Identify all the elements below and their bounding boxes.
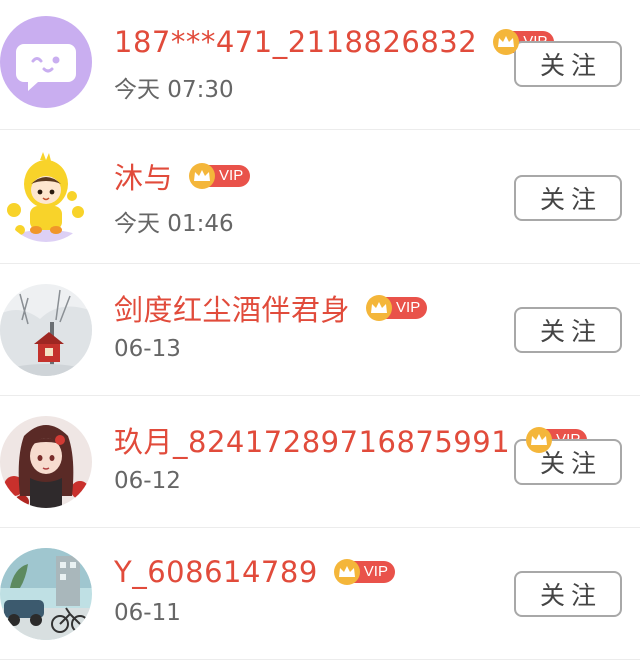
follow-time: 今天 07:30 (114, 77, 234, 103)
avatar[interactable] (0, 284, 92, 376)
list-item[interactable]: 剑度红尘酒伴君身 VIP 06-13 关注 (0, 264, 640, 396)
follow-button[interactable]: 关注 (514, 307, 622, 353)
list-item[interactable]: 玖月_82417289716875991 VIP 06-12 关注 (0, 396, 640, 528)
follow-button[interactable]: 关注 (514, 571, 622, 617)
avatar[interactable] (0, 548, 92, 640)
user-name[interactable]: 玖月_82417289716875991 (114, 419, 510, 461)
follow-time: 06-13 (114, 336, 181, 362)
crown-icon (333, 559, 360, 585)
chat-bubble-icon (0, 16, 92, 108)
crown-icon (189, 163, 216, 189)
list-item[interactable]: 187***471_2118826832 VIP 今天 07:30 关注 (0, 0, 640, 130)
follow-button[interactable]: 关注 (514, 41, 622, 87)
avatar[interactable] (0, 150, 92, 242)
vip-badge: VIP (366, 295, 428, 321)
list-item[interactable]: Y_608614789 VIP 06-11 关注 (0, 528, 640, 660)
follow-button[interactable]: 关注 (514, 175, 622, 221)
cartoon-chick-avatar (0, 150, 92, 242)
street-scene-avatar (0, 548, 92, 640)
follow-time: 06-11 (114, 600, 181, 626)
name-line: 187***471_2118826832 VIP (114, 22, 555, 62)
name-line: Y_608614789 VIP (114, 552, 395, 592)
vip-badge: VIP (189, 163, 251, 189)
anime-girl-avatar (0, 416, 92, 508)
list-item[interactable]: 沐与 VIP 今天 01:46 关注 (0, 132, 640, 264)
crown-icon (366, 295, 393, 321)
follow-time: 06-12 (114, 468, 181, 494)
avatar[interactable] (0, 416, 92, 508)
name-line: 沐与 VIP (114, 155, 251, 197)
user-name[interactable]: Y_608614789 (114, 555, 318, 589)
follow-time: 今天 01:46 (114, 211, 234, 237)
crown-icon (526, 427, 553, 453)
user-name[interactable]: 剑度红尘酒伴君身 (114, 287, 350, 329)
avatar[interactable] (0, 16, 92, 108)
user-name[interactable]: 187***471_2118826832 (114, 25, 477, 59)
follower-list: 187***471_2118826832 VIP 今天 07:30 关注 (0, 0, 640, 666)
winter-scene-avatar (0, 284, 92, 376)
name-line: 剑度红尘酒伴君身 VIP (114, 287, 428, 329)
user-name[interactable]: 沐与 (114, 155, 173, 197)
vip-badge: VIP (333, 559, 395, 585)
